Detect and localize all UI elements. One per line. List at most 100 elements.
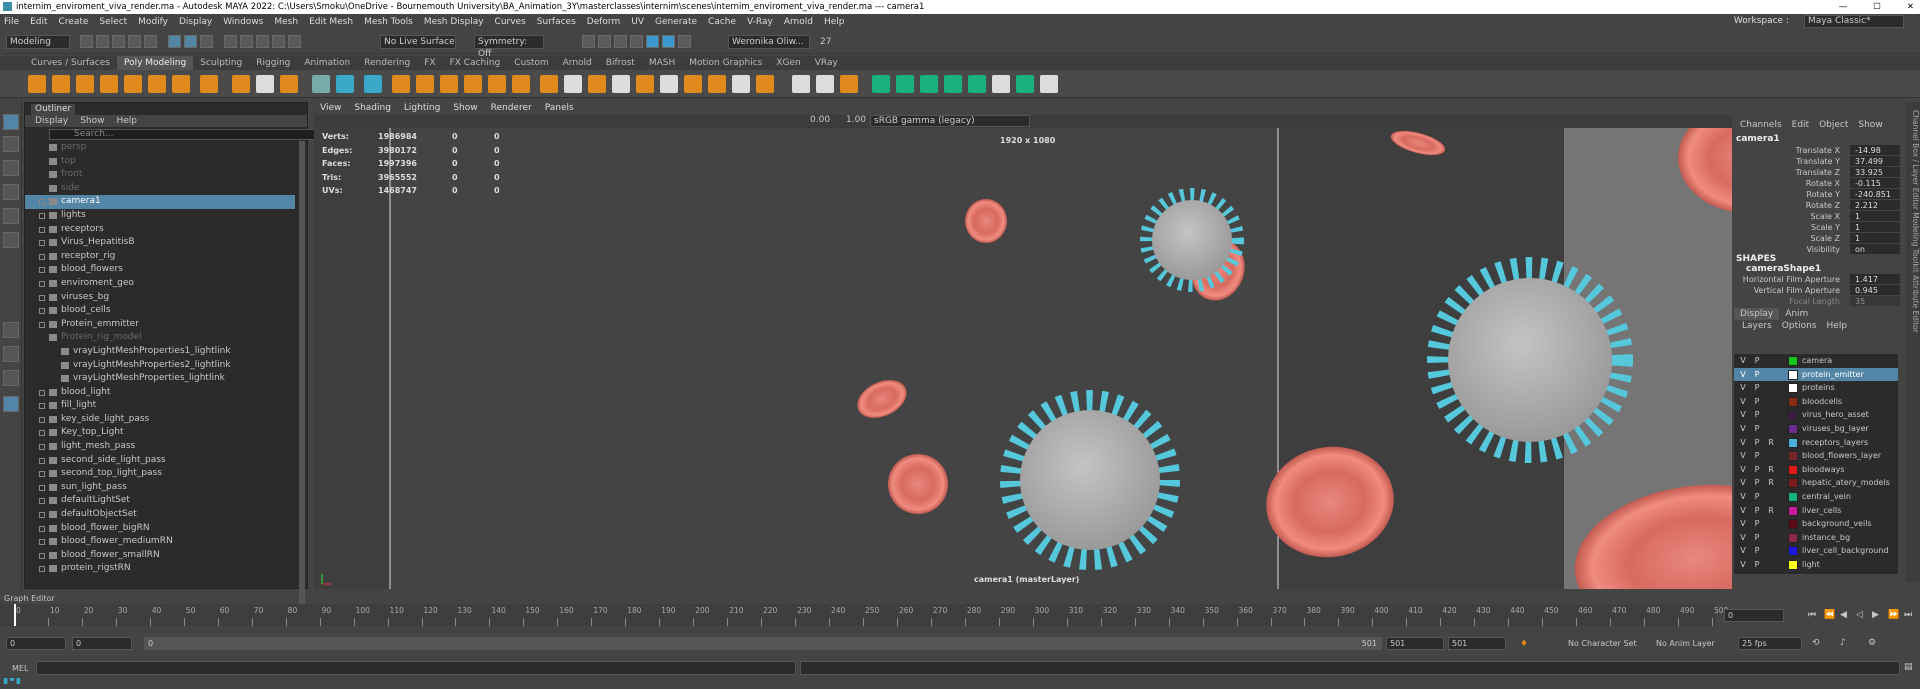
play-back-icon[interactable]: ◁ — [1856, 610, 1863, 620]
menu-edit[interactable]: Edit — [30, 17, 47, 27]
layer-color-swatch[interactable] — [1788, 532, 1798, 543]
menu-uv[interactable]: UV — [631, 17, 644, 27]
outliner-item[interactable]: front — [25, 168, 295, 182]
expand-icon[interactable] — [39, 525, 45, 532]
outliner-item[interactable]: Protein_rig_model — [25, 331, 295, 345]
step-forward-key-icon[interactable]: ⏩ — [1888, 610, 1899, 620]
playback-end-field[interactable]: 501 — [1386, 637, 1444, 650]
outliner-item[interactable]: light_mesh_pass — [25, 440, 295, 454]
menu-curves[interactable]: Curves — [495, 17, 526, 27]
scene-end-field[interactable]: 501 — [1448, 637, 1506, 650]
outliner-item[interactable]: second_top_light_pass — [25, 467, 295, 481]
shape-attribute-value[interactable]: 35 — [1850, 296, 1900, 306]
expand-icon[interactable] — [39, 308, 45, 315]
expand-icon[interactable] — [39, 403, 45, 410]
detach-icon[interactable] — [732, 75, 750, 93]
close-button[interactable]: ✕ — [1907, 0, 1914, 14]
layer-color-swatch[interactable] — [1788, 546, 1798, 557]
outliner-menu-help[interactable]: Help — [116, 115, 137, 127]
single-pane-layout-icon[interactable] — [3, 322, 19, 338]
user-account-select[interactable]: Weronika Oliw... — [728, 35, 810, 49]
layer-reference-toggle[interactable]: R — [1766, 436, 1776, 450]
duplicate-face-icon[interactable] — [684, 75, 702, 93]
shelf-tab-fx[interactable]: FX — [417, 56, 442, 70]
layer-row[interactable]: V Pliver_cell_background — [1734, 544, 1898, 558]
layer-visibility-toggle[interactable]: V — [1738, 531, 1748, 545]
outliner-item[interactable]: protein_rigstRN — [25, 562, 295, 576]
poly-torus-icon[interactable] — [124, 75, 142, 93]
channel-attribute-row[interactable]: Scale Z 1 — [1734, 233, 1900, 244]
outliner-item[interactable]: viruses_bg — [25, 291, 295, 305]
uv-editor-icon[interactable] — [1016, 75, 1034, 93]
shelf-tab-mash[interactable]: MASH — [642, 56, 682, 70]
snap-surface-icon[interactable] — [288, 35, 301, 48]
outliner-item[interactable]: persp — [25, 141, 295, 155]
layer-visibility-toggle[interactable]: V — [1738, 449, 1748, 463]
symmetry-select[interactable]: Symmetry: Off — [474, 35, 544, 59]
menu-select[interactable]: Select — [99, 17, 127, 27]
expand-icon[interactable] — [39, 212, 45, 219]
outliner-item[interactable]: defaultLightSet — [25, 494, 295, 508]
layer-row[interactable]: V Pprotein_emitter — [1734, 367, 1898, 382]
svg-tool-icon[interactable] — [280, 75, 298, 93]
layer-color-swatch[interactable] — [1788, 519, 1798, 530]
smooth-icon[interactable] — [336, 75, 354, 93]
layer-playback-toggle[interactable]: P — [1752, 422, 1762, 436]
layer-color-swatch[interactable] — [1788, 396, 1798, 407]
snap-view-icon[interactable] — [272, 35, 285, 48]
poke-icon[interactable] — [660, 75, 678, 93]
expand-icon[interactable] — [39, 321, 45, 328]
shape-attribute-row[interactable]: Vertical Film Aperture 0.945 — [1734, 285, 1900, 296]
outliner-item[interactable]: second_side_light_pass — [25, 454, 295, 468]
command-input[interactable] — [36, 661, 796, 675]
layer-playback-toggle[interactable]: P — [1752, 449, 1762, 463]
layer-visibility-toggle[interactable]: V — [1738, 436, 1748, 450]
outliner-item[interactable]: lights — [25, 209, 295, 223]
wedge-icon[interactable] — [636, 75, 654, 93]
expand-icon[interactable] — [39, 498, 45, 505]
layer-visibility-toggle[interactable]: V — [1738, 463, 1748, 477]
outliner-item[interactable]: vrayLightMeshProperties_lightlink — [25, 372, 295, 386]
layer-visibility-toggle[interactable]: V — [1738, 422, 1748, 436]
redo-icon[interactable] — [144, 35, 157, 48]
render-frame-icon[interactable] — [598, 35, 611, 48]
minimize-button[interactable]: — — [1839, 0, 1848, 14]
layer-row[interactable]: V P Rliver_cells — [1734, 504, 1898, 518]
layer-reference-toggle[interactable]: R — [1766, 504, 1776, 518]
channel-attribute-row[interactable]: Translate X -14.98 — [1734, 145, 1900, 156]
poly-plane-icon[interactable] — [148, 75, 166, 93]
expand-icon[interactable] — [39, 226, 45, 233]
hypershade-icon[interactable] — [646, 35, 659, 48]
layer-row[interactable]: V Plight — [1734, 558, 1898, 572]
shelf-tab-bifrost[interactable]: Bifrost — [599, 56, 642, 70]
menu-arnold[interactable]: Arnold — [784, 17, 813, 27]
notification-count[interactable]: 27 — [820, 37, 831, 47]
graph-editor-label[interactable]: Graph Editor — [4, 594, 55, 603]
offset-edge-loop-icon[interactable] — [840, 75, 858, 93]
channel-attribute-row[interactable]: Rotate Z 2.212 — [1734, 200, 1900, 211]
range-slider[interactable]: 0 501 — [144, 637, 1382, 650]
outliner-menu-display[interactable]: Display — [35, 115, 68, 127]
select-tool-icon[interactable] — [3, 114, 19, 130]
outliner-item[interactable]: vrayLightMeshProperties2_lightlink — [25, 359, 295, 373]
layer-visibility-toggle[interactable]: V — [1738, 395, 1748, 409]
layer-visibility-toggle[interactable]: V — [1738, 368, 1748, 382]
expand-icon[interactable] — [39, 444, 45, 451]
outliner-item[interactable]: vrayLightMeshProperties1_lightlink — [25, 345, 295, 359]
layer-tab-display[interactable]: Display — [1734, 308, 1780, 320]
viewport-menu-shading[interactable]: Shading — [354, 102, 391, 115]
menu-surfaces[interactable]: Surfaces — [537, 17, 576, 27]
select-hierarchy-icon[interactable] — [168, 35, 181, 48]
layer-menu-layers[interactable]: Layers — [1742, 320, 1772, 332]
extrude-icon[interactable] — [540, 75, 558, 93]
gamma-field[interactable]: 1.00 — [846, 115, 866, 125]
scene-start-field[interactable]: 0 — [6, 637, 66, 650]
live-surface-field[interactable]: No Live Surface — [380, 35, 456, 49]
layer-row[interactable]: V Pviruses_bg_layer — [1734, 422, 1898, 436]
paint-select-tool-icon[interactable] — [3, 160, 19, 176]
menu-create[interactable]: Create — [59, 17, 89, 27]
channel-attribute-value[interactable]: 2.212 — [1850, 200, 1900, 210]
outliner-item[interactable]: blood_flower_mediumRN — [25, 535, 295, 549]
render-settings-icon[interactable] — [630, 35, 643, 48]
layer-playback-toggle[interactable]: P — [1752, 558, 1762, 572]
